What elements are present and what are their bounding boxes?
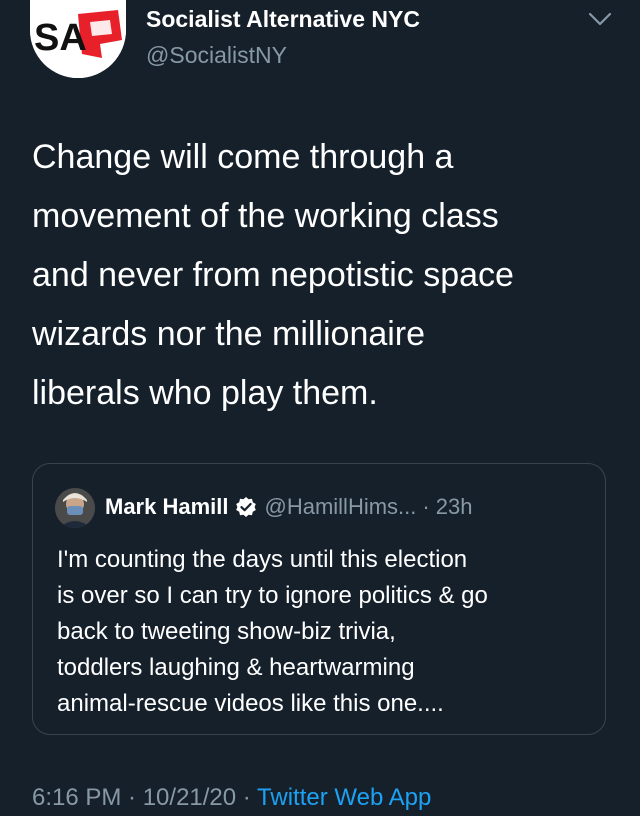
tweet-timestamp[interactable]: 6:16 PM · 10/21/20 · — [32, 784, 257, 811]
quoted-timestamp[interactable]: 23h — [436, 494, 473, 520]
author-handle[interactable]: @SocialistNY — [146, 42, 287, 69]
chevron-down-icon[interactable] — [588, 10, 612, 28]
quoted-author-avatar[interactable] — [55, 488, 95, 528]
tweet-meta: 6:16 PM · 10/21/20 · Twitter Web App — [32, 784, 431, 812]
verified-badge-icon — [235, 496, 257, 518]
quoted-tweet-card[interactable]: Mark Hamill @HamillHims... · 23h I'm cou… — [32, 463, 606, 735]
author-name[interactable]: Socialist Alternative NYC — [146, 6, 420, 33]
logo-lettering: SA — [34, 17, 87, 59]
quoted-author-handle[interactable]: @HamillHims... — [265, 494, 417, 520]
quoted-tweet-header: Mark Hamill @HamillHims... · 23h — [105, 494, 472, 520]
quoted-separator: · — [422, 494, 430, 519]
quoted-author-name[interactable]: Mark Hamill — [105, 494, 229, 520]
quoted-tweet-text: I'm counting the days until this electio… — [57, 546, 488, 717]
source-app-link[interactable]: Twitter Web App — [257, 784, 431, 811]
author-avatar[interactable]: SA — [30, 0, 126, 78]
tweet-text: Change will come through a movement of t… — [32, 138, 514, 412]
socialist-alternative-logo: SA — [30, 0, 126, 78]
tweet-page: SA Socialist Alternative NYC @SocialistN… — [0, 0, 640, 816]
